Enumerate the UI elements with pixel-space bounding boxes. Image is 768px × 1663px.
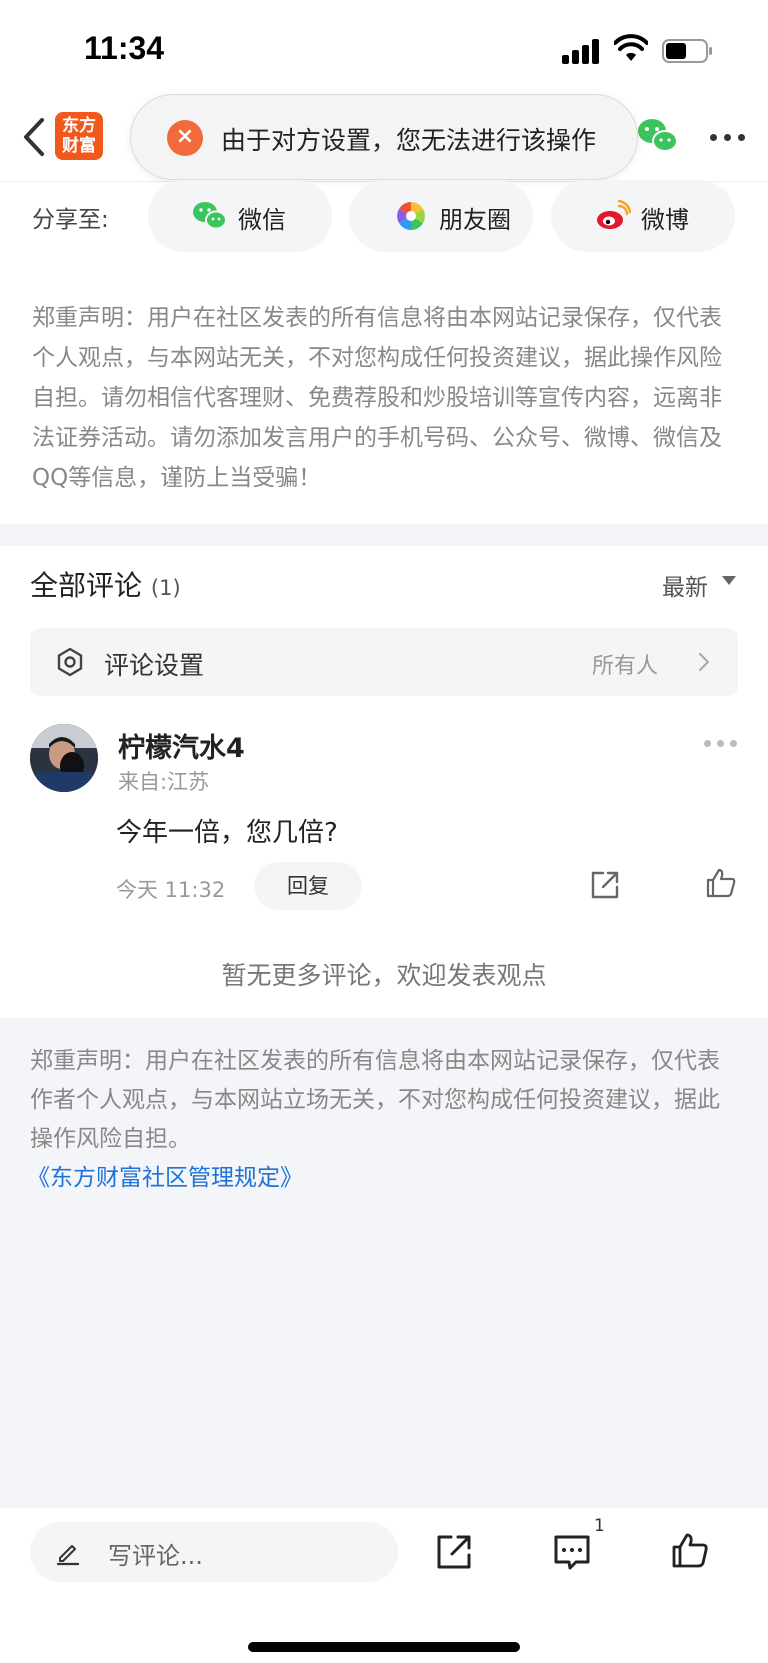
share-wechat-label: 微信 bbox=[238, 206, 286, 234]
avatar[interactable] bbox=[30, 724, 98, 792]
thumbs-up-icon[interactable] bbox=[704, 866, 738, 900]
comments-title: 全部评论 (1) bbox=[30, 564, 181, 604]
gear-icon bbox=[57, 647, 83, 677]
reply-button[interactable]: 回复 bbox=[254, 862, 362, 910]
error-toast: × 由于对方设置，您无法进行该操作 bbox=[130, 94, 638, 180]
section-divider bbox=[0, 524, 768, 546]
logo-line-2: 财富 bbox=[62, 136, 96, 156]
status-bar: 11:34 bbox=[0, 0, 768, 100]
toast-message: 由于对方设置，您无法进行该操作 bbox=[221, 126, 597, 155]
signal-icon bbox=[562, 38, 602, 64]
battery-icon bbox=[662, 39, 712, 63]
comment-text: 今年一倍，您几倍? bbox=[116, 818, 338, 848]
weibo-icon bbox=[597, 200, 631, 229]
comments-count: (1) bbox=[150, 576, 181, 600]
comment-more-button[interactable] bbox=[704, 738, 738, 750]
thumbs-up-icon[interactable] bbox=[670, 1530, 710, 1570]
footer-disclaimer-text: 郑重声明：用户在社区发表的所有信息将由本网站记录保存，仅代表作者个人观点，与本网… bbox=[30, 1048, 720, 1152]
caret-down-icon[interactable] bbox=[722, 576, 736, 585]
comment-location: 来自:江苏 bbox=[118, 770, 210, 794]
comment-settings-value: 所有人 bbox=[592, 654, 659, 679]
community-rules-link[interactable]: 《东方财富社区管理规定》 bbox=[27, 1159, 740, 1198]
more-options-button[interactable] bbox=[706, 122, 750, 152]
no-more-comments: 暂无更多评论，欢迎发表观点 bbox=[221, 961, 547, 990]
share-wechat-button[interactable]: 微信 bbox=[148, 180, 332, 252]
comment-time: 今天 11:32 bbox=[116, 878, 226, 902]
back-icon[interactable] bbox=[16, 112, 56, 162]
avatar-image bbox=[30, 724, 98, 792]
sort-button[interactable]: 最新 bbox=[662, 568, 708, 602]
comment-settings-label: 评论设置 bbox=[104, 651, 205, 680]
share-label: 分享至: bbox=[32, 207, 109, 233]
disclaimer-text: 郑重声明：用户在社区发表的所有信息将由本网站记录保存，仅代表个人观点，与本网站无… bbox=[32, 305, 722, 491]
comments-header: 全部评论 (1) 最新 bbox=[0, 562, 768, 612]
error-icon: × bbox=[167, 120, 203, 156]
footer-area: 郑重声明：用户在社区发表的所有信息将由本网站记录保存，仅代表作者个人观点，与本网… bbox=[0, 1018, 768, 1508]
comment-input-placeholder: 写评论... bbox=[108, 1542, 203, 1570]
comment-settings-row[interactable]: 评论设置 所有人 bbox=[30, 628, 738, 696]
bottom-bar: 写评论... 1 bbox=[0, 1508, 768, 1663]
comment-count-badge: 1 bbox=[594, 1516, 605, 1536]
share-moments-button[interactable]: 朋友圈 bbox=[349, 180, 533, 252]
share-weibo-button[interactable]: 微博 bbox=[551, 180, 735, 252]
logo-line-1: 东方 bbox=[62, 116, 96, 136]
comment-item: 柠檬汽水4 来自:江苏 今年一倍，您几倍? 今天 11:32 回复 bbox=[0, 720, 768, 920]
share-icon[interactable] bbox=[434, 1532, 474, 1572]
share-moments-label: 朋友圈 bbox=[439, 206, 511, 234]
moments-icon bbox=[397, 202, 425, 230]
comment-username[interactable]: 柠檬汽水4 bbox=[118, 726, 245, 765]
comment-input[interactable]: 写评论... bbox=[30, 1522, 398, 1582]
app-logo[interactable]: 东方 财富 bbox=[55, 112, 103, 160]
comment-icon[interactable] bbox=[552, 1532, 592, 1572]
wechat-icon[interactable] bbox=[636, 116, 680, 156]
share-row: 分享至: 微信 朋友圈 微博 bbox=[0, 180, 768, 260]
home-indicator[interactable] bbox=[248, 1642, 520, 1652]
pencil-icon bbox=[56, 1545, 80, 1566]
footer-disclaimer: 郑重声明：用户在社区发表的所有信息将由本网站记录保存，仅代表作者个人观点，与本网… bbox=[27, 1042, 740, 1198]
wifi-icon bbox=[614, 34, 648, 61]
wechat-icon bbox=[193, 202, 227, 230]
share-icon[interactable] bbox=[588, 868, 622, 902]
share-weibo-label: 微博 bbox=[641, 206, 689, 234]
comments-title-label: 全部评论 bbox=[30, 569, 143, 602]
chevron-right-icon bbox=[698, 652, 710, 672]
status-time: 11:34 bbox=[84, 30, 165, 66]
